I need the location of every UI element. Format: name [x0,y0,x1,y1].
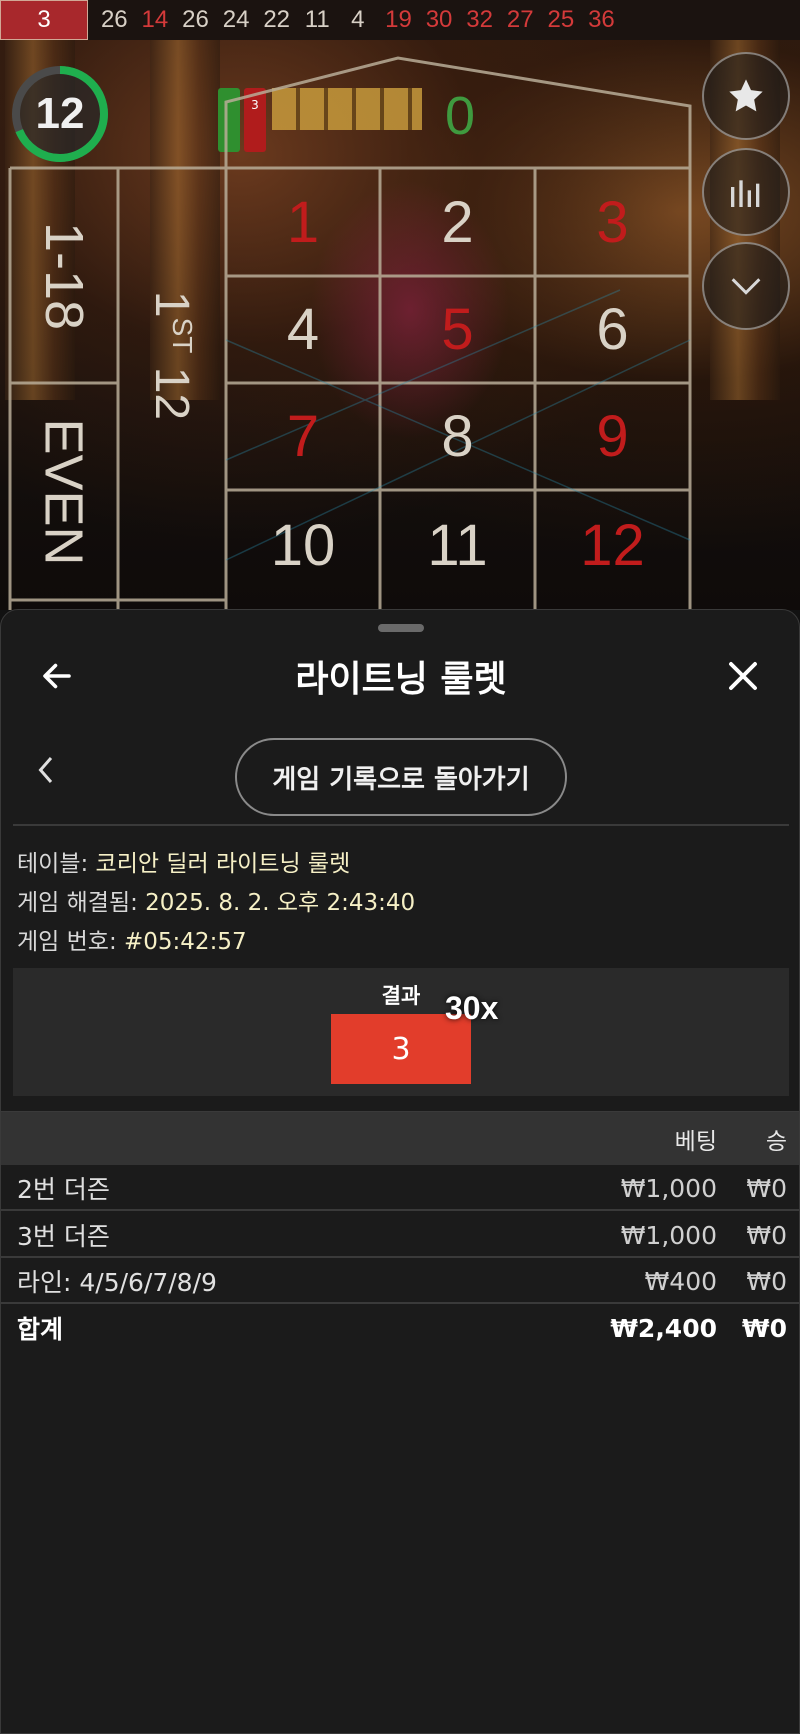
game-history-detail-sheet: 라이트닝 룰렛 게임 기록으로 돌아가기 테이블: 코리안 딜러 라이트닝 룰렛… [0,609,800,1734]
close-button[interactable] [711,644,775,708]
bet-spot-number[interactable]: 9 [535,383,690,490]
result-multiplier: 30x [445,990,499,1026]
history-number: 25 [547,6,575,33]
bet-spot-number[interactable]: 6 [535,276,690,383]
history-number: 14 [141,6,169,33]
bet-spot-number[interactable]: 5 [380,276,535,383]
bet-amount: ₩1,000 [620,1220,717,1250]
bet-spot-number[interactable]: 11 [380,490,535,600]
chevron-left-icon [38,757,53,783]
chevron-down-icon [731,278,761,295]
total-label: 합계 [17,1315,64,1344]
total-bet-amount: ₩2,400 [610,1313,717,1343]
bar-chart-icon [731,180,760,207]
close-icon [729,662,757,690]
table-row: 2번 더즌 ₩1,000 ₩0 [1,1165,799,1211]
game-number-label: 게임 번호: [17,929,125,955]
table-info: 테이블: 코리안 딜러 라이트닝 룰렛 [17,844,350,878]
table-info-label: 테이블: [17,851,96,877]
bet-spot-number[interactable]: 10 [226,490,380,600]
statistics-button[interactable] [702,148,790,236]
win-amount: ₩0 [746,1266,787,1296]
bet-spot-number[interactable]: 7 [226,383,380,490]
previous-button[interactable] [25,740,65,800]
history-number: 11 [304,6,330,33]
collapse-button[interactable] [702,242,790,330]
sheet-title: 라이트닝 룰렛 [295,659,507,700]
total-win-amount: ₩0 [742,1313,787,1343]
history-number: 32 [466,6,493,33]
bet-spot-number[interactable]: 2 [380,168,535,276]
table-row: 라인: 4/5/6/7/8/9 ₩400 ₩0 [1,1258,799,1304]
history-number: 3 [0,0,88,40]
history-number: 36 [588,6,615,33]
win-amount: ₩0 [746,1220,787,1250]
bets-table-header: 베팅 승 [1,1111,799,1165]
win-amount: ₩0 [746,1173,787,1203]
favorite-bets-button[interactable] [702,52,790,140]
table-info-value: 코리안 딜러 라이트닝 룰렛 [95,851,351,877]
bet-spot-zero[interactable]: 0 [400,72,520,160]
history-number: 19 [385,6,412,33]
result-label: 결과 [381,984,421,1008]
back-to-game-history-button[interactable]: 게임 기록으로 돌아가기 [235,738,567,816]
divider [13,824,789,826]
sheet-drag-handle[interactable] [378,624,424,632]
result-panel: 결과 3 30x [13,968,789,1096]
history-number: 4 [351,6,365,33]
game-number-info: 게임 번호: #05:42:57 [17,922,247,956]
win-column-header: 승 [765,1129,787,1155]
bet-spot-even[interactable]: EVEN [10,383,118,600]
first-dozen-label: 1ST 12 [145,290,199,421]
history-number: 27 [506,6,534,33]
bet-column-header: 베팅 [674,1129,717,1155]
history-number: 26 [100,6,128,33]
bet-spot-number[interactable]: 3 [535,168,690,276]
back-button[interactable] [25,644,89,708]
resolved-info: 게임 해결됨: 2025. 8. 2. 오후 2:43:40 [17,883,415,917]
bet-spot-even-label: EVEN [34,417,94,566]
game-number-value: #05:42:57 [124,929,247,955]
bet-amount: ₩400 [644,1266,717,1296]
bet-spot-low[interactable]: 1-18 [10,168,118,383]
roulette-game-view: 3 0 1-18 EVEN 1ST 12 1 2 3 4 5 6 7 8 9 1… [0,40,800,610]
resolved-info-value: 2025. 8. 2. 오후 2:43:40 [145,890,416,916]
bet-name: 2번 더즌 [17,1175,110,1204]
history-number: 22 [263,6,291,33]
table-row: 3번 더즌 ₩1,000 ₩0 [1,1212,799,1258]
table-total-row: 합계 ₩2,400 ₩0 [1,1305,799,1351]
countdown-timer: 12 [35,89,85,138]
bet-name: 라인: 4/5/6/7/8/9 [17,1268,217,1297]
bet-spot-number[interactable]: 4 [226,276,380,383]
star-icon [729,79,763,112]
sheet-header: 라이트닝 룰렛 [1,640,799,712]
result-history-strip: 3 26 14 26 24 22 11 4 19 30 32 27 25 36 [0,0,800,40]
resolved-info-label: 게임 해결됨: [17,890,146,916]
bet-spot-number[interactable]: 1 [226,168,380,276]
bet-spot-number[interactable]: 12 [535,490,690,600]
history-number: 26 [182,6,209,33]
bet-spot-low-label: 1-18 [34,221,94,330]
history-number: 30 [425,6,453,33]
history-number: 24 [222,6,250,33]
bet-amount: ₩1,000 [620,1173,717,1203]
bet-spot-first-dozen[interactable]: 1ST 12 [118,168,226,600]
arrow-left-icon [43,663,71,689]
bet-spot-number[interactable]: 8 [380,383,535,490]
bet-name: 3번 더즌 [17,1222,110,1251]
